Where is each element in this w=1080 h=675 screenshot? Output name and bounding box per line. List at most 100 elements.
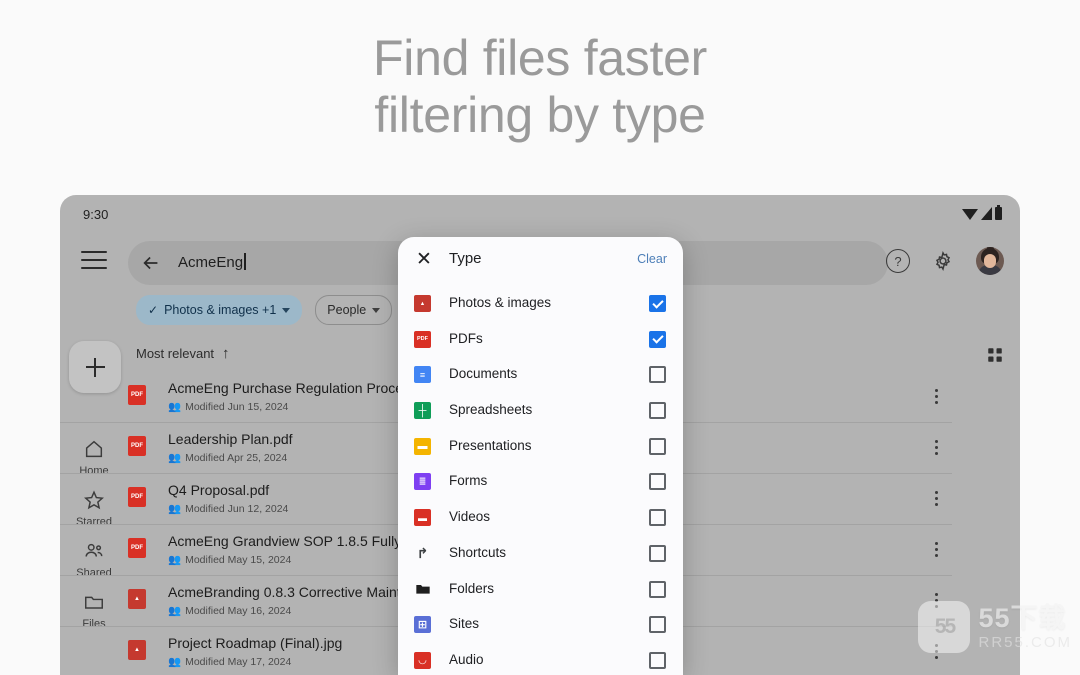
type-option-folders[interactable]: Folders (398, 573, 683, 609)
back-arrow-icon[interactable] (140, 252, 162, 274)
headline-line-2: filtering by type (374, 87, 706, 143)
watermark-text: 55下载 RR55.COM (978, 604, 1072, 650)
clear-button[interactable]: Clear (637, 252, 667, 266)
checkbox[interactable] (649, 295, 666, 312)
site-icon: ⊞ (414, 616, 431, 634)
type-option-pdfs[interactable]: PDF PDFs (398, 323, 683, 359)
file-name: Project Roadmap (Final).jpg (168, 635, 343, 651)
type-filter-dialog: ✕ Type Clear ▲ Photos & images PDF PDFs … (398, 237, 683, 675)
type-option-videos[interactable]: ▬ Videos (398, 501, 683, 537)
file-meta: 👥 Modified Apr 25, 2024 (168, 451, 288, 465)
checkbox[interactable] (649, 330, 666, 348)
pdf-icon: PDF (414, 330, 431, 348)
check-icon: ✓ (148, 303, 159, 317)
help-label: ? (894, 253, 902, 269)
checkbox[interactable] (649, 509, 666, 527)
option-label: Spreadsheets (449, 402, 533, 418)
file-name: Leadership Plan.pdf (168, 431, 293, 447)
dialog-header: ✕ Type Clear (398, 237, 683, 285)
sort-label: Most relevant (136, 346, 215, 361)
people-icon: 👥 (168, 503, 182, 515)
row-overflow-menu[interactable] (935, 389, 938, 407)
option-label: Forms (449, 473, 488, 489)
type-option-photos-images[interactable]: ▲ Photos & images (398, 287, 683, 323)
search-input[interactable]: AcmeEng (178, 253, 246, 271)
people-icon: 👥 (168, 554, 182, 566)
chip-label: People (327, 303, 367, 317)
file-meta: 👥 Modified Jun 12, 2024 (168, 502, 289, 516)
option-label: Sites (449, 616, 480, 632)
checkbox[interactable] (649, 580, 666, 598)
status-bar-clock: 9:30 (83, 207, 109, 222)
wifi-icon (962, 208, 978, 220)
signal-icon (981, 207, 992, 220)
checkbox[interactable] (649, 473, 666, 491)
text-caret (244, 253, 246, 270)
headline-line-1: Find files faster (373, 30, 707, 86)
arrow-up-icon: ↑ (222, 345, 230, 362)
checkbox[interactable] (649, 437, 666, 455)
file-name: AcmeEng Purchase Regulation Procedure (168, 380, 432, 396)
file-modified: Modified May 16, 2024 (185, 604, 292, 617)
type-option-shortcuts[interactable]: ↱ Shortcuts (398, 537, 683, 573)
row-overflow-menu[interactable] (935, 491, 938, 509)
pdf-icon: PDF (128, 436, 146, 456)
folder-icon (414, 581, 431, 598)
search-input-value: AcmeEng (178, 254, 244, 271)
type-option-forms[interactable]: ≣ Forms (398, 465, 683, 501)
checkbox[interactable] (649, 402, 666, 420)
checkbox[interactable] (649, 366, 666, 384)
people-icon: 👥 (168, 656, 182, 668)
pdf-icon: PDF (128, 487, 146, 507)
form-icon: ≣ (414, 473, 431, 491)
page-title: Find files faster filtering by type (0, 30, 1080, 144)
type-option-list: ▲ Photos & images PDF PDFs ≡ Documents ┼… (398, 285, 683, 675)
battery-icon (995, 205, 1002, 220)
file-name: AcmeBranding 0.8.3 Corrective Maintena (168, 584, 425, 600)
file-modified: Modified Jun 12, 2024 (185, 502, 289, 515)
row-overflow-menu[interactable] (935, 542, 938, 560)
photo-icon: ▲ (414, 295, 431, 312)
type-option-audio[interactable]: ◡ Audio (398, 644, 683, 675)
option-label: Documents (449, 366, 518, 382)
file-meta: 👥 Modified May 15, 2024 (168, 553, 292, 567)
presentation-icon: ▬ (414, 437, 431, 455)
shortcut-icon: ↱ (416, 544, 429, 561)
file-meta: 👥 Modified Jun 15, 2024 (168, 400, 288, 414)
checkbox[interactable] (649, 651, 666, 669)
option-label: Shortcuts (449, 544, 507, 560)
row-overflow-menu[interactable] (935, 440, 938, 458)
chip-label: Photos & images +1 (164, 303, 277, 317)
dialog-title: Type (449, 250, 482, 267)
filter-chip-photos-images[interactable]: ✓ Photos & images +1 (136, 295, 303, 325)
file-name: AcmeEng Grandview SOP 1.8.5 Fully Exec (168, 533, 437, 549)
type-option-sites[interactable]: ⊞ Sites (398, 608, 683, 644)
option-label: PDFs (449, 330, 483, 346)
close-icon[interactable]: ✕ (414, 250, 434, 270)
option-label: Photos & images (449, 295, 552, 310)
people-icon: 👥 (168, 605, 182, 617)
audio-icon: ◡ (414, 651, 431, 669)
option-label: Presentations (449, 437, 532, 453)
checkbox[interactable] (649, 544, 666, 562)
grid-view-icon[interactable] (986, 346, 1004, 364)
avatar[interactable] (976, 247, 1004, 275)
checkbox[interactable] (649, 616, 666, 634)
gear-icon[interactable] (932, 250, 954, 272)
watermark-logo: 55 (918, 601, 971, 653)
type-option-presentations[interactable]: ▬ Presentations (398, 430, 683, 466)
chevron-down-icon (372, 307, 381, 313)
type-option-spreadsheets[interactable]: ┼ Spreadsheets (398, 394, 683, 430)
document-icon: ≡ (414, 366, 431, 384)
file-name: Q4 Proposal.pdf (168, 482, 270, 498)
photo-icon: ▲ (128, 640, 146, 660)
file-modified: Modified May 17, 2024 (185, 655, 292, 668)
status-bar: 9:30 (60, 195, 1020, 241)
file-modified: Modified May 15, 2024 (185, 553, 292, 566)
filter-chip-people[interactable]: People (315, 295, 393, 325)
sort-control[interactable]: Most relevant ↑ (136, 345, 230, 362)
help-icon[interactable]: ? (886, 249, 910, 273)
hamburger-menu-icon[interactable] (81, 251, 107, 271)
type-option-documents[interactable]: ≡ Documents (398, 358, 683, 394)
file-modified: Modified Apr 25, 2024 (185, 451, 288, 464)
